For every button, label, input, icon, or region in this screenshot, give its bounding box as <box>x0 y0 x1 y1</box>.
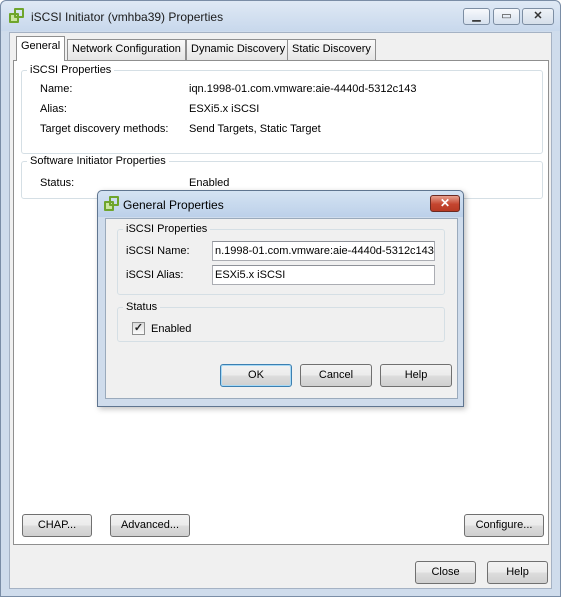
tab-static-discovery[interactable]: Static Discovery <box>287 39 376 60</box>
iscsi-properties-group: iSCSI Properties <box>21 64 543 154</box>
alias-label: Alias: <box>40 103 67 115</box>
ok-button[interactable]: OK <box>220 364 292 387</box>
enabled-checkbox[interactable]: ✓ <box>132 322 145 335</box>
name-value: iqn.1998-01.com.vmware:aie-4440d-5312c14… <box>189 83 417 95</box>
vmware-app-icon <box>104 196 120 212</box>
software-initiator-legend: Software Initiator Properties <box>30 155 166 167</box>
dialog-help-button[interactable]: Help <box>380 364 452 387</box>
iscsi-name-label: iSCSI Name: <box>126 245 190 257</box>
iscsi-alias-input[interactable]: ESXi5.x iSCSI <box>212 265 435 285</box>
dialog-title: General Properties <box>123 198 224 212</box>
name-label: Name: <box>40 83 73 95</box>
window-close-button[interactable]: ✕ <box>522 8 554 25</box>
chap-button[interactable]: CHAP... <box>22 514 92 537</box>
dialog-close-button[interactable]: ✕ <box>430 195 460 212</box>
dialog-iscsi-properties-legend: iSCSI Properties <box>126 223 208 235</box>
close-button[interactable]: Close <box>415 561 476 584</box>
iscsi-properties-legend: iSCSI Properties <box>30 64 112 76</box>
enabled-label: Enabled <box>151 323 192 335</box>
iscsi-alias-label: iSCSI Alias: <box>126 269 184 281</box>
title-bar[interactable]: iSCSI Initiator (vmhba39) Properties ▁ ▭… <box>1 1 560 31</box>
tab-dynamic-discovery[interactable]: Dynamic Discovery <box>186 39 291 60</box>
general-properties-dialog: General Properties ✕ iSCSI Properties iS… <box>97 190 464 407</box>
dialog-client-area: iSCSI Properties iSCSI Name: n.1998-01.c… <box>105 218 458 399</box>
status-group: Status <box>117 301 445 342</box>
dialog-title-bar[interactable]: General Properties ✕ <box>98 191 463 217</box>
target-discovery-label: Target discovery methods: <box>40 123 169 135</box>
iscsi-name-input[interactable]: n.1998-01.com.vmware:aie-4440d-5312c143 <box>212 241 435 261</box>
tab-network-configuration[interactable]: Network Configuration <box>67 39 186 60</box>
vmware-app-icon <box>9 8 25 24</box>
target-discovery-value: Send Targets, Static Target <box>189 123 321 135</box>
advanced-button[interactable]: Advanced... <box>110 514 190 537</box>
alias-value: ESXi5.x iSCSI <box>189 103 260 115</box>
window-title: iSCSI Initiator (vmhba39) Properties <box>31 10 224 24</box>
minimize-button[interactable]: ▁ <box>463 8 490 25</box>
cancel-button[interactable]: Cancel <box>300 364 372 387</box>
tab-general[interactable]: General <box>16 36 66 61</box>
status-label: Status: <box>40 177 75 189</box>
help-button[interactable]: Help <box>487 561 548 584</box>
configure-button[interactable]: Configure... <box>464 514 544 537</box>
status-value: Enabled <box>189 177 230 189</box>
status-legend: Status <box>126 301 158 313</box>
maximize-button[interactable]: ▭ <box>493 8 520 25</box>
